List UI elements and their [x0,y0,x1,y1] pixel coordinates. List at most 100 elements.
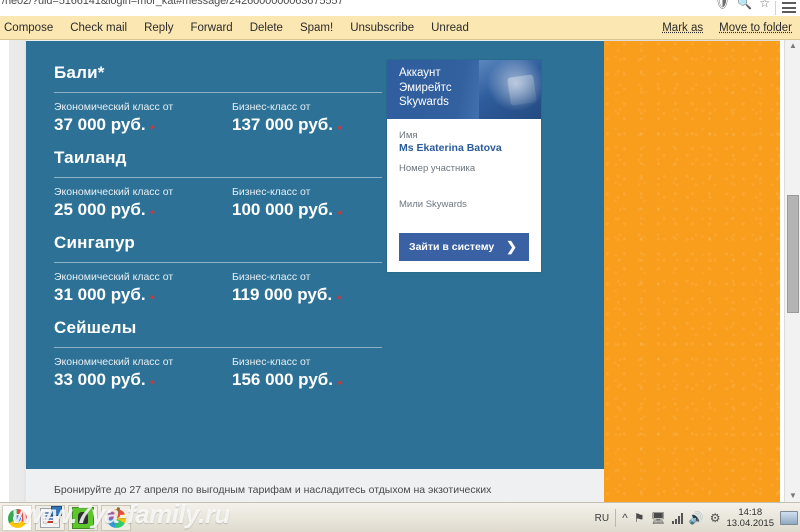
skywards-account-widget: Аккаунт Эмирейтс Skywards Имя Ms Ekateri… [387,60,541,272]
toolbar-check-mail[interactable]: Check mail [70,22,127,34]
business-price: 100 000 руб. * [232,200,342,221]
network-icon[interactable]: 🖥 [651,512,666,524]
business-fare: Бизнес-класс от 119 000 руб. * [232,271,410,306]
asterisk-marker: * [150,124,155,136]
asterisk-marker: * [337,209,343,221]
business-label: Бизнес-класс от [232,186,311,198]
search-icon[interactable]: 🔍 [737,0,752,9]
business-fare: Бизнес-класс от 156 000 руб. * [232,356,410,391]
business-label: Бизнес-класс от [232,356,311,368]
business-fare: Бизнес-класс от 100 000 руб. * [232,186,410,221]
destination-block: Сейшелы Экономический класс от 33 000 ру… [54,318,576,391]
asterisk-marker: * [150,379,155,391]
divider [54,347,382,348]
menu-hamburger-icon[interactable] [782,2,796,13]
business-price: 119 000 руб. * [232,285,341,306]
email-body: Бали* Экономический класс от 37 000 руб.… [26,40,604,502]
business-price: 156 000 руб. * [232,370,342,391]
chrome-icon [7,508,27,528]
skywards-title: Аккаунт Эмирейтс Skywards [387,60,541,110]
signal-icon[interactable] [671,512,683,524]
url-bar-icon-group: 🛡 🔍 ☆ [715,0,770,9]
toolbar-forward[interactable]: Forward [191,22,233,34]
skywards-member-value [399,175,529,199]
mail-toolbar-actions: Compose Check mail Reply Forward Delete … [4,16,469,40]
clock-time: 14:18 [738,507,763,518]
scrollbar-thumb[interactable] [787,195,799,313]
economy-price-value: 37 000 руб. [54,115,146,134]
business-label: Бизнес-класс от [232,271,311,283]
promo-orange-panel [604,40,780,502]
economy-fare: Экономический класс от 31 000 руб. * [54,271,232,306]
business-label: Бизнес-класс от [232,101,311,113]
security-alert-icon[interactable]: ⚑ [634,512,645,524]
tray-language-indicator[interactable]: RU [595,513,609,524]
skywards-name-value: Ms Ekaterina Batova [399,142,502,154]
toolbar-spam[interactable]: Spam! [300,22,333,34]
economy-label: Экономический класс от [54,271,174,283]
skywards-login-button[interactable]: Зайти в систему ❯ [399,233,529,261]
skywards-miles-label: Мили Skywards [399,199,467,210]
skywards-title-line1: Аккаунт [399,67,441,79]
taskbar-app-buttons [2,505,131,531]
shield-icon[interactable]: 🛡 [715,0,730,9]
toolbar-unsubscribe[interactable]: Unsubscribe [350,22,414,34]
chevron-up-icon[interactable]: ^ [622,512,628,524]
business-price-value: 100 000 руб. [232,200,334,219]
toolbar-delete[interactable]: Delete [250,22,283,34]
business-price-value: 119 000 руб. [232,285,333,304]
business-fare: Бизнес-класс от 137 000 руб. * [232,101,410,136]
skywards-title-line2: Эмирейтс [399,81,452,94]
economy-fare: Экономический класс от 25 000 руб. * [54,186,232,221]
green-app-taskbar-button[interactable] [68,505,98,531]
economy-price: 25 000 руб. * [54,200,155,221]
footer-note-text: Бронируйте до 27 апреля по выгодным тари… [54,484,492,496]
business-price: 137 000 руб. * [232,115,342,136]
volume-icon[interactable]: 🔊 [689,512,704,524]
divider [54,92,382,93]
page-scrollbar[interactable]: ▲ ▼ [784,40,800,502]
mail-toolbar: Compose Check mail Reply Forward Delete … [0,16,800,40]
tray-clock[interactable]: 14:18 13.04.2015 [726,507,774,529]
skywards-name-label: Имя [399,130,418,141]
page-viewport: Бали* Экономический класс от 37 000 руб.… [0,40,800,502]
bookmark-star-icon[interactable]: ☆ [759,0,770,9]
toolbar-mark-as[interactable]: Mark as [662,22,703,34]
page-left-gutter [0,40,24,502]
show-desktop-icon[interactable] [780,511,798,525]
scroll-up-arrow[interactable]: ▲ [787,41,799,51]
paint-taskbar-button[interactable] [101,505,131,531]
divider [615,509,617,527]
toolbar-unread[interactable]: Unread [431,22,469,34]
economy-price-value: 33 000 руб. [54,370,146,389]
toolbar-divider [775,1,776,15]
economy-label: Экономический класс от [54,186,174,198]
business-price-value: 156 000 руб. [232,370,334,389]
clock-date: 13.04.2015 [726,518,774,529]
economy-price-value: 25 000 руб. [54,200,146,219]
economy-fare: Экономический класс от 37 000 руб. * [54,101,232,136]
chrome-taskbar-button[interactable] [2,505,32,531]
url-text[interactable]: /ne02/?uid=5166141&login=mor_kat#message… [2,0,344,7]
chevron-right-icon: ❯ [506,239,517,254]
toolbar-move-to-folder[interactable]: Move to folder [719,22,792,34]
scroll-down-arrow[interactable]: ▼ [787,491,799,501]
document-taskbar-button[interactable] [35,505,65,531]
economy-label: Экономический класс от [54,101,174,113]
business-price-value: 137 000 руб. [232,115,334,134]
economy-label: Экономический класс от [54,356,174,368]
green-app-icon [72,507,94,529]
browser-url-bar[interactable]: /ne02/?uid=5166141&login=mor_kat#message… [0,0,800,17]
economy-price: 31 000 руб. * [54,285,155,306]
economy-fare: Экономический класс от 33 000 руб. * [54,356,232,391]
toolbar-compose[interactable]: Compose [4,22,53,34]
toolbar-reply[interactable]: Reply [144,22,173,34]
fare-row: Экономический класс от 31 000 руб. * Бизн… [54,271,576,306]
skywards-login-label: Зайти в систему [409,241,495,253]
asterisk-marker: * [150,294,155,306]
update-icon[interactable]: ⚙ [710,512,721,524]
skywards-member-label: Номер участника [399,163,476,174]
skywards-header: Аккаунт Эмирейтс Skywards [387,60,541,119]
skywards-title-line3: Skywards [399,96,449,108]
fare-row: Экономический класс от 33 000 руб. * Бизн… [54,356,576,391]
